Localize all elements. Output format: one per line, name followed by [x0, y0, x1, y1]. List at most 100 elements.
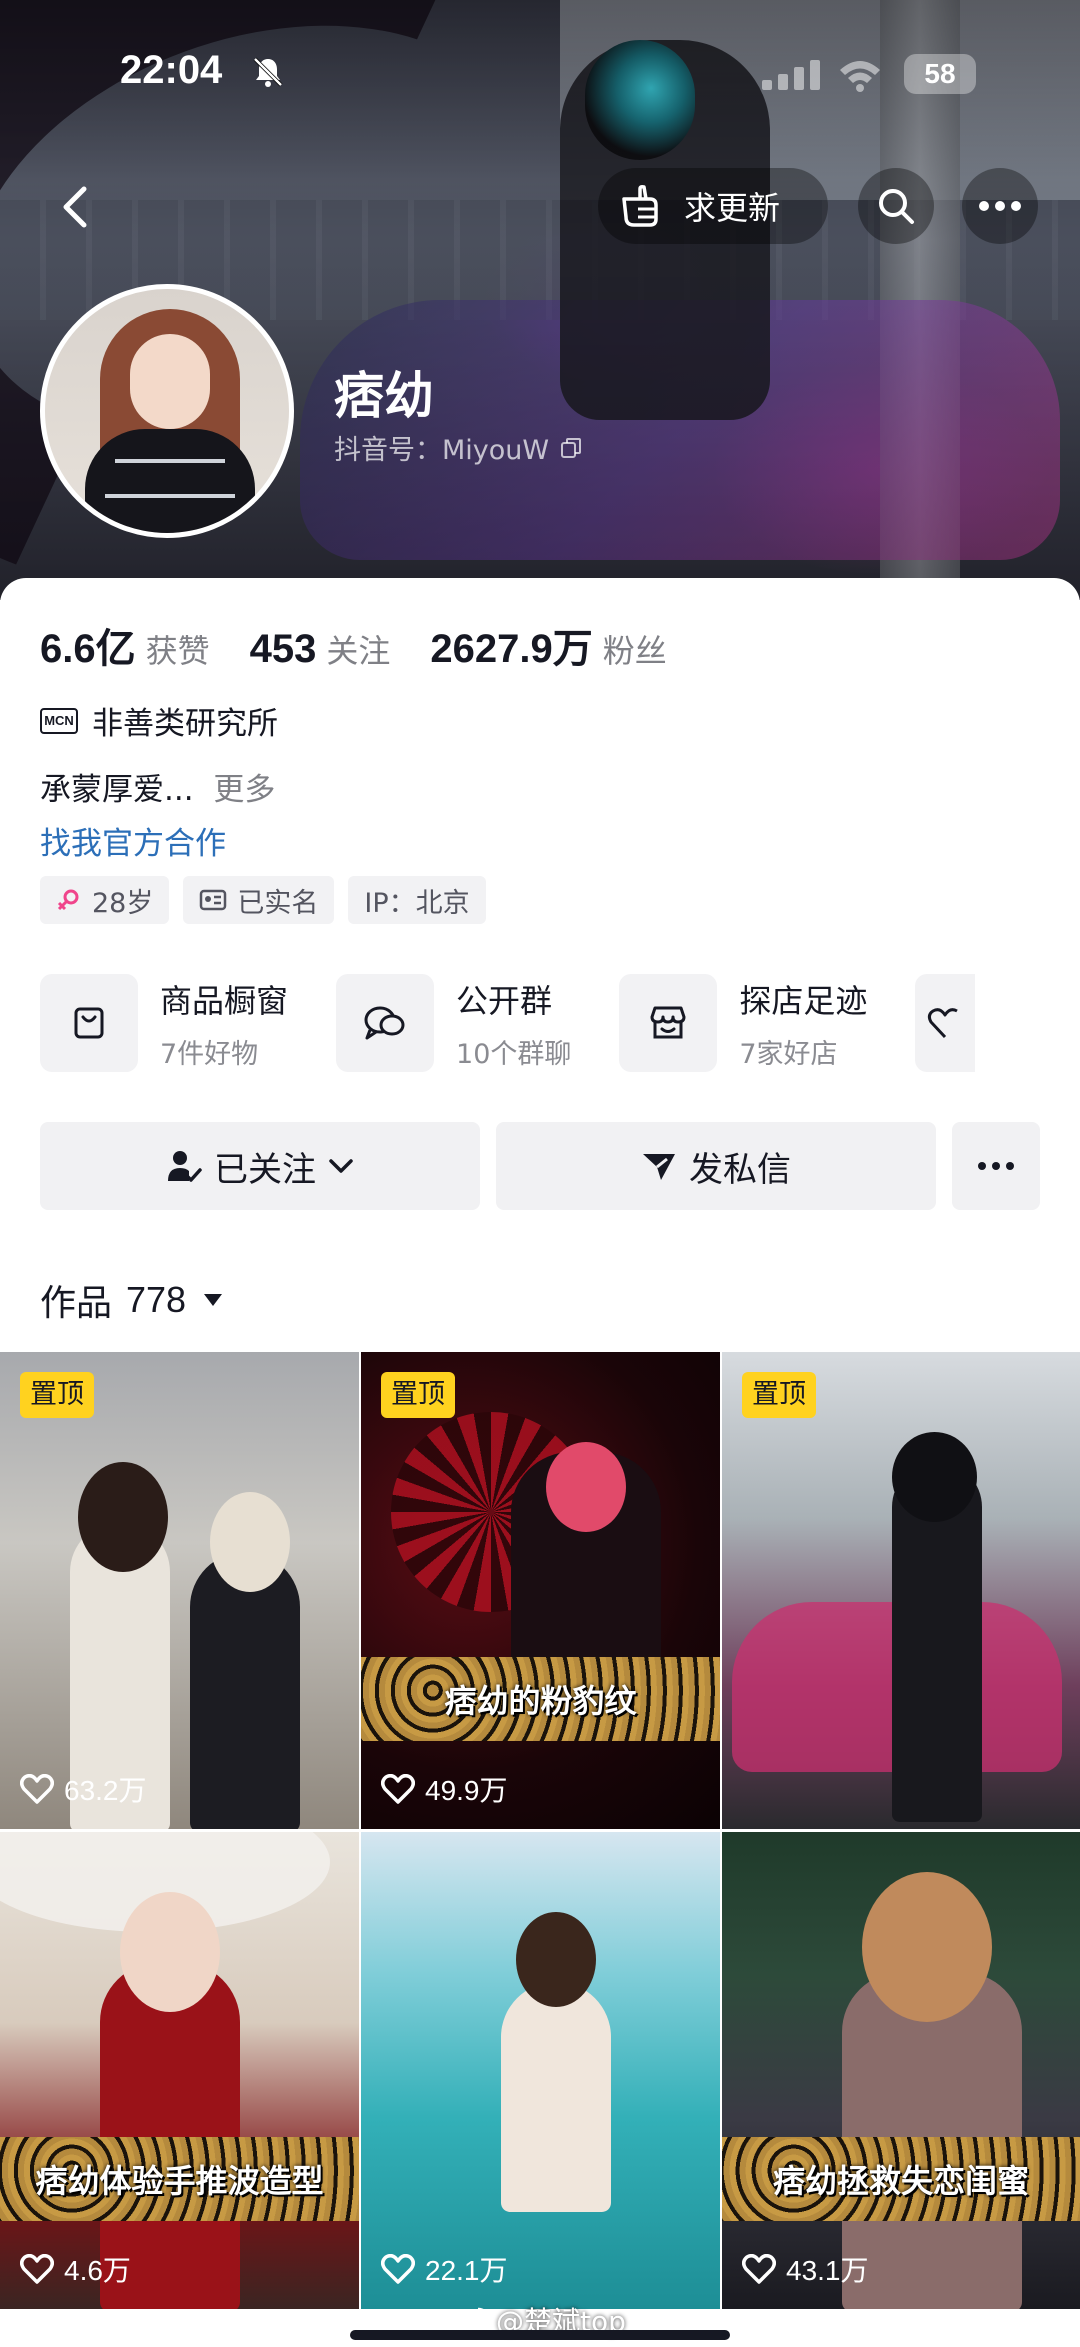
shopping-bag-icon	[40, 974, 138, 1072]
chevron-down-icon	[329, 1159, 353, 1173]
avatar[interactable]	[40, 284, 294, 538]
video-caption-text: 痞幼体验手推波造型	[35, 2162, 324, 2200]
following-label[interactable]: 关注	[326, 626, 390, 672]
video-likes-count: 22.1万	[425, 2255, 508, 2286]
video-thumbnail[interactable]: 痞幼拯救失恋闺蜜 43.1万	[722, 1832, 1080, 2309]
video-thumbnail[interactable]: 22.1万	[361, 1832, 720, 2309]
bio: 承蒙厚爱... 更多	[40, 764, 275, 809]
video-caption: 痞幼的粉豹纹	[361, 1657, 720, 1741]
request-update-label: 求更新	[684, 189, 781, 227]
verified-text: 已实名	[237, 887, 319, 919]
send-message-label: 发私信	[689, 1149, 791, 1190]
search-button[interactable]	[858, 168, 934, 244]
following-label: 已关注	[214, 1149, 316, 1190]
video-thumbnail[interactable]: 置顶 63.2万	[0, 1352, 359, 1829]
action-buttons: 已关注 发私信	[40, 1122, 1040, 1210]
more-dots-icon	[978, 1162, 1014, 1170]
followers-count[interactable]: 2627.9万	[430, 616, 592, 674]
verified-tag: 已实名	[183, 876, 335, 924]
cooperation-link[interactable]: 找我官方合作	[40, 818, 226, 863]
age-tag: 28岁	[40, 876, 170, 924]
more-actions-button[interactable]	[952, 1122, 1040, 1210]
video-likes: 49.9万	[381, 1769, 508, 1809]
more-dots-icon	[979, 201, 1021, 211]
video-thumbnail[interactable]: 置顶 痞幼的粉豹纹 49.9万	[361, 1352, 720, 1829]
video-likes-count: 63.2万	[64, 1775, 147, 1806]
mcn-name: 非善类研究所	[92, 706, 278, 742]
home-indicator[interactable]	[350, 2330, 730, 2340]
pinned-badge: 置顶	[20, 1372, 94, 1418]
service-more-partial[interactable]	[915, 974, 976, 1072]
more-options-button[interactable]	[962, 168, 1038, 244]
pinned-badge: 置顶	[381, 1372, 455, 1418]
ip-text: IP：北京	[364, 887, 470, 919]
chevron-left-icon	[63, 186, 87, 228]
video-likes-count: 49.9万	[425, 1775, 508, 1806]
works-label: 作品	[40, 1283, 113, 1324]
pinned-badge: 置顶	[742, 1372, 816, 1418]
video-likes-count: 4.6万	[64, 2255, 131, 2286]
caret-down-icon	[204, 1294, 223, 1306]
service-subtitle: 10个群聊	[456, 1038, 572, 1070]
battery-indicator: 58	[904, 54, 976, 94]
services-row: 商品橱窗 7件好物 公开群 10个群聊 探店足迹 7家好店	[40, 974, 1080, 1072]
request-update-button[interactable]: 求更新	[598, 168, 828, 244]
video-caption-text: 痞幼拯救失恋闺蜜	[772, 2162, 1029, 2200]
likes-label: 获赞	[145, 632, 210, 670]
status-bar: 22:04 58	[0, 40, 1080, 110]
heart-icon	[381, 1774, 415, 1804]
service-title: 商品橱窗	[160, 981, 289, 1020]
send-message-button[interactable]: 发私信	[496, 1122, 936, 1210]
female-icon	[57, 889, 79, 911]
service-title: 公开群	[456, 981, 553, 1020]
video-grid: 置顶 63.2万 置顶 痞幼的粉豹纹 49.9万 置顶 痞幼体验手推波造型 4.…	[0, 1352, 1080, 2309]
following-count[interactable]: 453	[250, 627, 317, 672]
profile-info-panel: 6.6亿 获赞 453 关注 2627.9万 粉丝 MCN 非善类研究所 承蒙厚…	[0, 578, 1080, 2347]
profile-tags: 28岁 已实名 IP：北京	[40, 876, 500, 924]
bell-mute-icon	[253, 57, 283, 87]
following-button[interactable]: 已关注	[40, 1122, 480, 1210]
video-caption: 痞幼体验手推波造型	[0, 2137, 359, 2221]
copy-icon[interactable]	[559, 436, 583, 460]
heart-icon	[381, 2254, 415, 2284]
douyin-id[interactable]: 抖音号：MiyouW	[334, 428, 583, 467]
video-caption-text: 痞幼的粉豹纹	[444, 1682, 637, 1720]
mcn-row[interactable]: MCN 非善类研究所	[40, 698, 278, 743]
video-caption: 痞幼拯救失恋闺蜜	[722, 2137, 1080, 2221]
heart-icon	[20, 2254, 54, 2284]
service-subtitle: 7家好店	[739, 1038, 838, 1070]
back-button[interactable]	[40, 172, 110, 242]
video-thumbnail[interactable]: 置顶	[722, 1352, 1080, 1829]
video-likes: 63.2万	[20, 1769, 147, 1809]
video-likes-count: 43.1万	[786, 2255, 869, 2286]
mcn-badge: MCN	[40, 707, 78, 734]
bio-more-link[interactable]: 更多	[213, 772, 275, 808]
ip-tag: IP：北京	[348, 876, 486, 924]
send-icon	[643, 1154, 675, 1180]
search-icon	[879, 189, 914, 224]
service-shop-window[interactable]: 商品橱窗 7件好物	[40, 974, 288, 1072]
service-title: 探店足迹	[739, 981, 868, 1020]
status-time: 22:04	[120, 48, 223, 92]
wifi-icon	[840, 61, 880, 92]
video-likes: 4.6万	[20, 2249, 131, 2289]
profile-name: 痞幼	[334, 367, 434, 425]
heart-icon	[20, 1774, 54, 1804]
video-thumbnail[interactable]: 痞幼体验手推波造型 4.6万	[0, 1832, 359, 2309]
likes-count: 6.6亿	[40, 627, 136, 671]
service-subtitle: 7件好物	[160, 1038, 259, 1070]
store-icon	[619, 974, 718, 1072]
pointing-hand-icon	[622, 185, 658, 227]
works-tab[interactable]: 作品 778	[40, 1274, 224, 1326]
user-check-icon	[168, 1151, 202, 1182]
heart-outline-icon	[915, 974, 976, 1072]
stats-row: 6.6亿 获赞 453 关注 2627.9万 粉丝	[40, 616, 707, 674]
chat-bubbles-icon	[336, 974, 435, 1072]
service-store-visits[interactable]: 探店足迹 7家好店	[619, 974, 867, 1072]
video-likes: 43.1万	[742, 2249, 869, 2289]
video-likes: 22.1万	[381, 2249, 508, 2289]
works-count: 778	[126, 1279, 187, 1320]
age-text: 28岁	[92, 887, 154, 919]
followers-label[interactable]: 粉丝	[603, 626, 667, 672]
service-public-group[interactable]: 公开群 10个群聊	[336, 974, 571, 1072]
